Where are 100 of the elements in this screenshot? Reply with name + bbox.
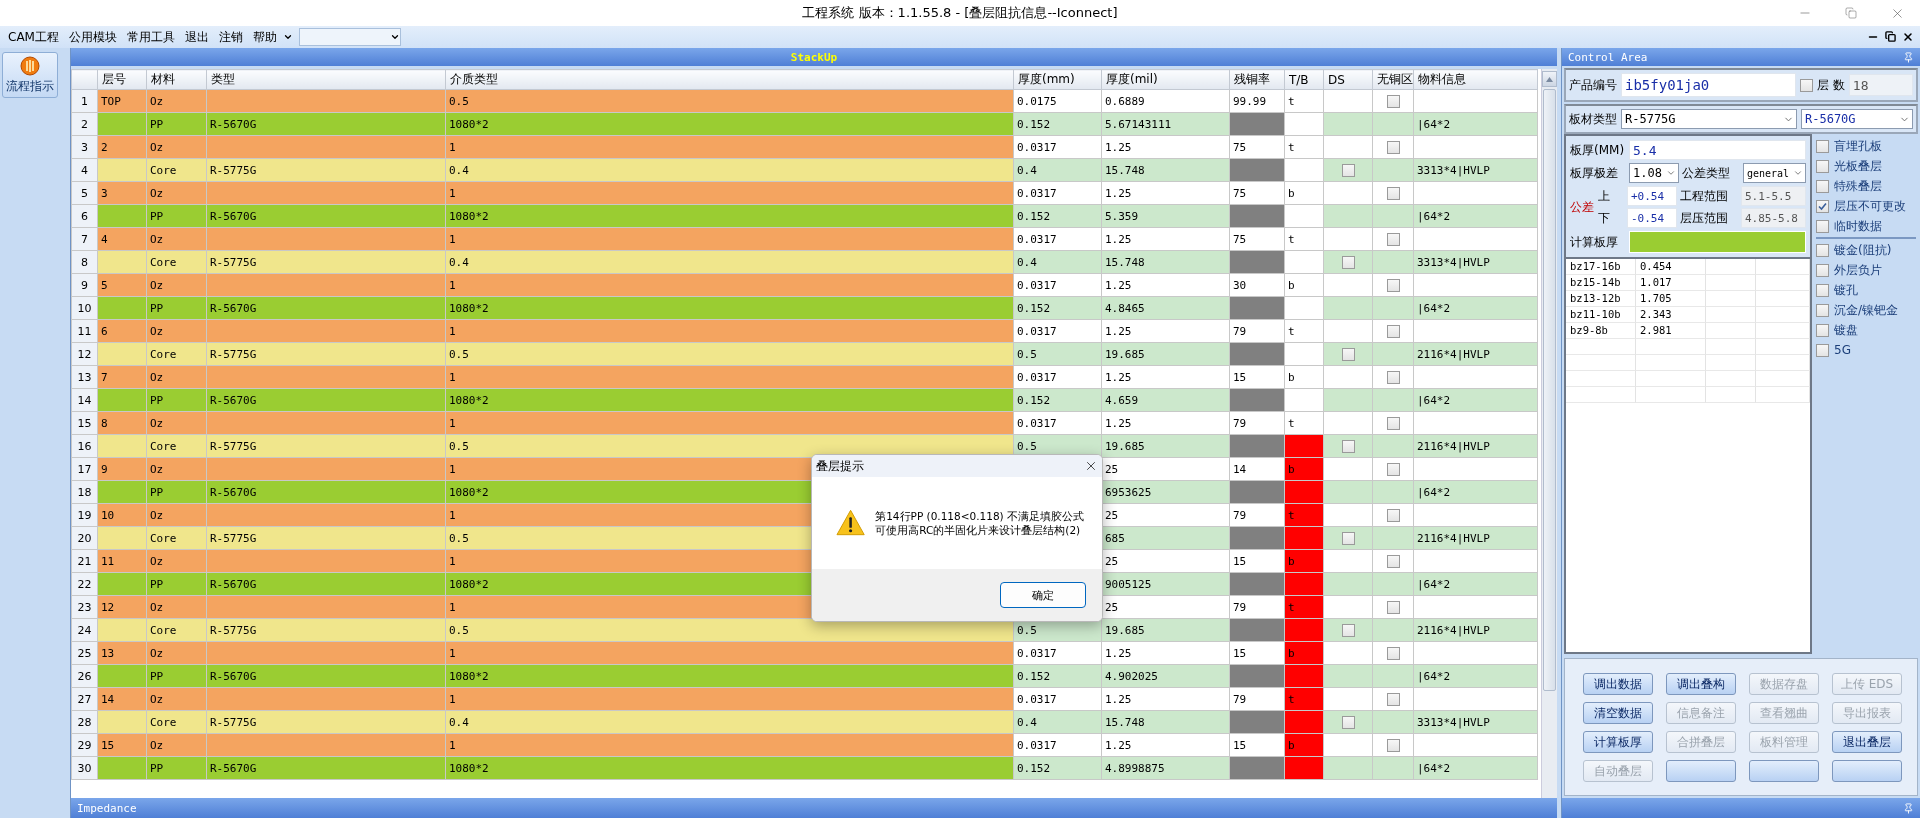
scroll-up-icon[interactable] xyxy=(1542,71,1557,87)
table-cell: 1080*2 xyxy=(445,388,1014,412)
action-button[interactable] xyxy=(1749,760,1819,782)
select-field[interactable]: R-5775G xyxy=(1621,109,1797,129)
checkbox-label[interactable]: 外层负片 xyxy=(1834,261,1882,279)
table-cell: R-5670G xyxy=(206,204,446,228)
input-field[interactable]: 5.4 xyxy=(1629,140,1806,160)
checkbox[interactable] xyxy=(1816,139,1829,153)
column-header[interactable]: 无铜区 xyxy=(1372,69,1414,90)
checkbox[interactable] xyxy=(1816,159,1829,173)
input-field[interactable]: 18 xyxy=(1848,74,1913,96)
checkbox[interactable] xyxy=(1816,343,1829,357)
action-button[interactable]: 清空数据 xyxy=(1583,702,1653,724)
checkbox[interactable] xyxy=(1341,347,1355,361)
input-field[interactable]: 4.85-5.8 xyxy=(1741,208,1806,228)
checkbox-label[interactable]: 镀金(阻抗) xyxy=(1834,241,1892,259)
grid-cell xyxy=(1706,371,1756,387)
checkbox[interactable] xyxy=(1341,715,1355,729)
action-button[interactable]: 调出叠构 xyxy=(1666,673,1736,695)
checkbox[interactable] xyxy=(1816,323,1829,337)
checkbox[interactable] xyxy=(1386,186,1400,200)
table-cell: R-5775G xyxy=(206,250,446,274)
column-header[interactable]: 类型 xyxy=(206,69,446,90)
checkbox[interactable] xyxy=(1800,78,1813,92)
select-field[interactable]: general xyxy=(1743,163,1806,183)
sidebar-item[interactable]: 流程指示 xyxy=(2,52,58,98)
checkbox[interactable] xyxy=(1341,623,1355,637)
checkbox[interactable] xyxy=(1816,243,1829,257)
checkbox[interactable] xyxy=(1386,554,1400,568)
checkbox[interactable] xyxy=(1386,370,1400,384)
action-button[interactable]: 计算板厚 xyxy=(1583,731,1653,753)
column-header[interactable]: 厚度(mm) xyxy=(1013,69,1102,90)
checkbox[interactable] xyxy=(1386,324,1400,338)
select-field[interactable]: 1.08 xyxy=(1629,163,1679,183)
field-label: 板厚(MM) xyxy=(1570,141,1626,159)
checkbox[interactable] xyxy=(1341,255,1355,269)
checkbox-label[interactable]: 镀孔 xyxy=(1834,281,1858,299)
checkbox[interactable] xyxy=(1386,646,1400,660)
checkbox[interactable] xyxy=(1341,163,1355,177)
select-field[interactable]: R-5670G xyxy=(1801,109,1913,129)
menu-item[interactable]: CAM工程 xyxy=(4,27,63,47)
checkbox[interactable] xyxy=(1816,219,1829,233)
checkbox[interactable] xyxy=(1386,416,1400,430)
scroll-thumb[interactable] xyxy=(1543,89,1556,691)
grid-cell xyxy=(1756,339,1810,355)
scrollbar[interactable] xyxy=(1541,69,1557,798)
checkbox[interactable] xyxy=(1816,263,1829,277)
action-button[interactable]: 调出数据 xyxy=(1583,673,1653,695)
checkbox[interactable] xyxy=(1386,508,1400,522)
close-icon[interactable] xyxy=(1084,459,1098,473)
caret-icon[interactable] xyxy=(282,32,293,42)
input-field[interactable]: +0.54 xyxy=(1627,186,1677,206)
menu-item[interactable]: 退出 xyxy=(180,27,213,47)
checkbox[interactable] xyxy=(1341,531,1355,545)
column-header[interactable]: 残铜率 xyxy=(1229,69,1285,90)
checkbox[interactable] xyxy=(1386,140,1400,154)
column-header[interactable]: 材料 xyxy=(146,69,207,90)
column-header[interactable]: 层号 xyxy=(97,69,147,90)
close-icon[interactable] xyxy=(1902,31,1914,43)
checkbox[interactable] xyxy=(1386,600,1400,614)
column-header[interactable]: 物料信息 xyxy=(1413,69,1538,90)
checkbox[interactable] xyxy=(1386,94,1400,108)
checkbox-label[interactable]: 层压不可更改 xyxy=(1834,197,1906,215)
column-header[interactable]: DS xyxy=(1323,69,1373,90)
checkbox[interactable] xyxy=(1386,232,1400,246)
checkbox[interactable] xyxy=(1816,199,1829,213)
checkbox[interactable] xyxy=(1816,179,1829,193)
pin-icon[interactable] xyxy=(1903,802,1914,814)
column-header[interactable]: 厚度(mil) xyxy=(1101,69,1230,90)
checkbox-label[interactable]: 镀盘 xyxy=(1834,321,1858,339)
checkbox[interactable] xyxy=(1386,278,1400,292)
checkbox-label[interactable]: 沉金/镍钯金 xyxy=(1834,301,1899,319)
input-field[interactable]: -0.54 xyxy=(1627,208,1677,228)
row-number: 1 xyxy=(71,89,98,113)
restore-icon[interactable] xyxy=(1885,31,1896,42)
input-field[interactable]: 5.1-5.5 xyxy=(1741,186,1806,206)
checkbox[interactable] xyxy=(1386,462,1400,476)
checkbox-label[interactable]: 盲埋孔板 xyxy=(1834,137,1882,155)
column-header[interactable]: 介质类型 xyxy=(445,69,1014,90)
dropdown[interactable] xyxy=(298,28,401,46)
menu-item[interactable]: 帮助 xyxy=(248,27,281,47)
input-field[interactable]: ib5fy01ja0 xyxy=(1621,73,1796,97)
checkbox[interactable] xyxy=(1386,692,1400,706)
column-header[interactable]: T/B xyxy=(1284,69,1324,90)
pin-icon[interactable] xyxy=(1903,51,1914,63)
menu-item[interactable]: 注销 xyxy=(214,27,247,47)
checkbox-label[interactable]: 临时数据 xyxy=(1834,217,1882,235)
action-button[interactable] xyxy=(1666,760,1736,782)
checkbox[interactable] xyxy=(1816,303,1829,317)
menu-item[interactable]: 公用模块 xyxy=(64,27,121,47)
checkbox[interactable] xyxy=(1341,439,1355,453)
ok-button[interactable]: 确定 xyxy=(1000,582,1086,608)
checkbox-label[interactable]: 特殊叠层 xyxy=(1834,177,1882,195)
checkbox-label[interactable]: 光板叠层 xyxy=(1834,157,1882,175)
checkbox[interactable] xyxy=(1386,738,1400,752)
checkbox[interactable] xyxy=(1816,283,1829,297)
checkbox-label[interactable]: 5G xyxy=(1834,343,1851,357)
action-button[interactable] xyxy=(1832,760,1902,782)
action-button[interactable]: 退出叠层 xyxy=(1832,731,1902,753)
menu-item[interactable]: 常用工具 xyxy=(122,27,179,47)
